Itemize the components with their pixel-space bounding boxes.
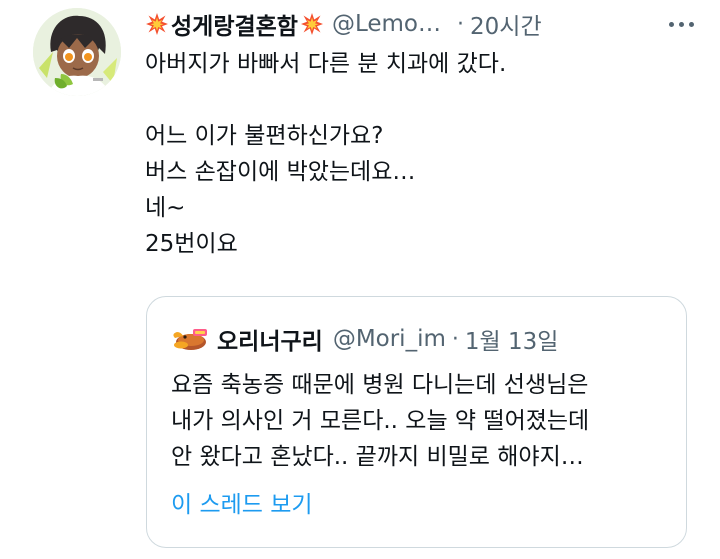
more-horizontal-icon[interactable] bbox=[657, 12, 705, 36]
tweet-text-line bbox=[145, 82, 705, 118]
more-dot bbox=[668, 21, 674, 27]
collision-icon bbox=[300, 13, 323, 35]
tweet-text-line: 아버지가 바빠서 다른 분 치과에 갔다. bbox=[145, 51, 507, 77]
avatar-illustration bbox=[33, 8, 121, 96]
quoted-date[interactable]: 1월 13일 bbox=[465, 322, 559, 356]
quoted-text-line: 안 왔다고 혼났다.. 끝까지 비밀로 해야지… bbox=[171, 444, 584, 470]
tweet-text-line: 네~ bbox=[145, 195, 186, 221]
quoted-handle[interactable]: @Mori_im bbox=[333, 326, 446, 352]
show-thread-link[interactable]: 이 스레드 보기 bbox=[171, 485, 313, 519]
tweet-text-line: 어느 이가 불편하신가요? bbox=[145, 123, 384, 149]
quoted-separator: · bbox=[451, 326, 459, 352]
author-handle[interactable]: @Lemo… bbox=[332, 11, 441, 37]
header-separator: · bbox=[457, 11, 465, 37]
collision-icon bbox=[146, 13, 168, 35]
quoted-tweet-text: 요즘 축농증 때문에 병원 다니는데 선생님은 내가 의사인 거 모른다.. 오… bbox=[171, 367, 671, 475]
quoted-display-name[interactable]: 오리너구리 bbox=[217, 322, 323, 356]
quoted-tweet[interactable]: 오리너구리 @Mori_im · 1월 13일 요즘 축농증 때문에 병원 다니… bbox=[146, 296, 687, 548]
tweet: 성게랑결혼함 @Lemo… · 20시간 아버지가 바빠서 다른 분 치과에 갔… bbox=[0, 0, 720, 559]
author-display-name[interactable]: 성게랑결혼함 bbox=[171, 7, 298, 41]
more-dot bbox=[688, 21, 694, 27]
tweet-text-line: 25번이요 bbox=[145, 231, 238, 257]
tweet-timestamp[interactable]: 20시간 bbox=[470, 7, 542, 41]
quoted-text-line: 내가 의사인 거 모른다.. 오늘 약 떨어졌는데 bbox=[171, 408, 590, 434]
tweet-header: 성게랑결혼함 @Lemo… · 20시간 bbox=[145, 4, 705, 44]
quoted-text-line: 요즘 축농증 때문에 병원 다니는데 선생님은 bbox=[171, 372, 589, 398]
more-dot bbox=[678, 21, 684, 27]
tweet-text-line: 버스 손잡이에 박았는데요… bbox=[145, 159, 416, 185]
platypus-avatar-icon[interactable] bbox=[171, 324, 209, 354]
quoted-tweet-header: 오리너구리 @Mori_im · 1월 13일 bbox=[171, 323, 558, 355]
author-avatar[interactable] bbox=[33, 8, 121, 96]
tweet-text: 아버지가 바빠서 다른 분 치과에 갔다. 어느 이가 불편하신가요? 버스 손… bbox=[145, 46, 705, 262]
